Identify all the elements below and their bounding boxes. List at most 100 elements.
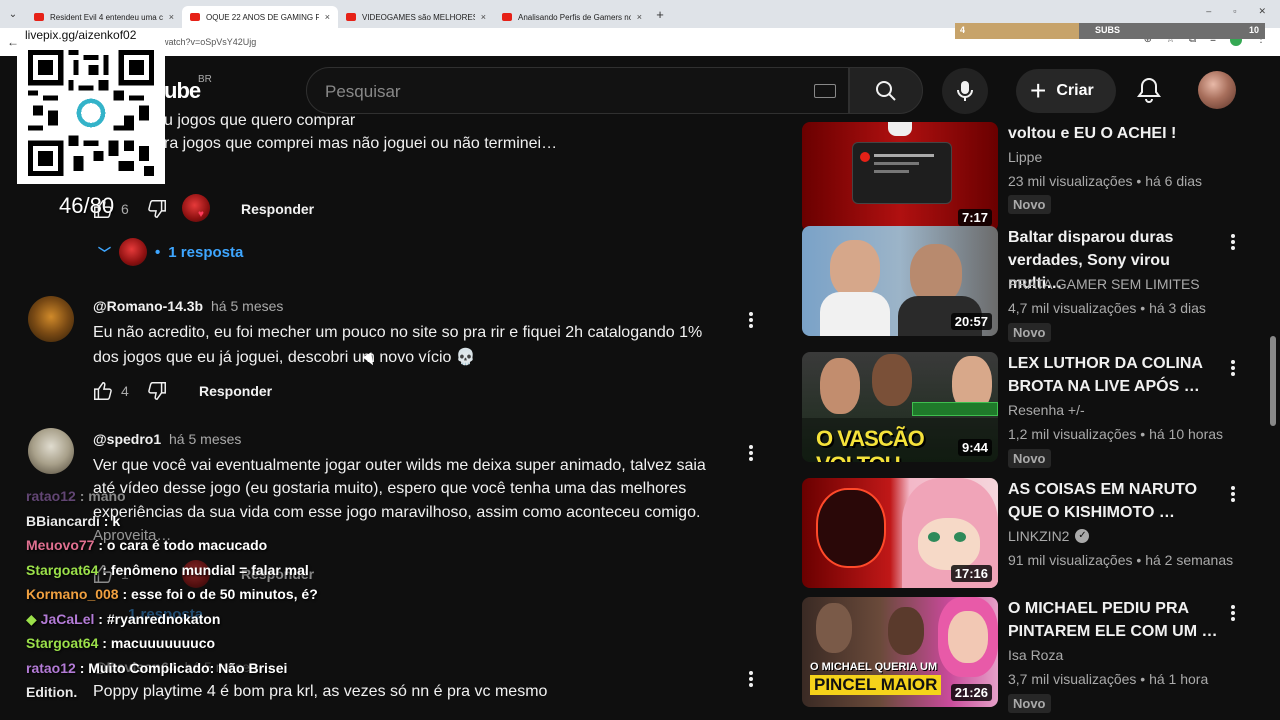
tab-close-icon[interactable]: ×	[481, 12, 486, 22]
chat-message: Stargoat64 : fenômeno mundial = falar ma…	[26, 561, 309, 578]
video-thumbnail[interactable]: O MICHAEL QUERIA UM PINCEL MAIOR 21:26	[802, 597, 998, 707]
video-channel[interactable]: Resenha +/-	[1008, 402, 1085, 418]
video-meta: 3,7 mil visualizações • há 1 hora	[1008, 671, 1209, 687]
video-card[interactable]: O VASCÃO VOLTOU 9:44 LEX LUTHOR DA COLIN…	[802, 352, 1262, 468]
browser-tab[interactable]: Resident Evil 4 entendeu uma c ×	[26, 6, 182, 28]
chat-user: Stargoat64	[26, 561, 99, 578]
reply-dot: •	[155, 243, 161, 261]
video-card[interactable]: 17:16 AS COISAS EM NARUTO QUE O KISHIMOT…	[802, 478, 1262, 590]
video-channel[interactable]: LINKZIN2 ✓	[1008, 528, 1090, 544]
video-channel[interactable]: Isa Roza	[1008, 647, 1063, 663]
chat-text: o cara é todo macucado	[106, 537, 268, 553]
create-button[interactable]: + Criar	[1016, 69, 1116, 113]
video-card[interactable]: 20:57 Baltar disparou duras verdades, So…	[802, 226, 1262, 342]
comment-time: há 5 meses	[169, 431, 242, 447]
comment-author[interactable]: @spedro1 há 5 meses	[93, 431, 241, 447]
voice-search-button[interactable]	[942, 68, 988, 114]
keyboard-icon[interactable]	[814, 84, 836, 98]
video-channel[interactable]: PRATA GAMER SEM LIMITES	[1008, 276, 1200, 292]
video-card[interactable]: 7:17 voltou e EU O ACHEI ! Lippe 23 mil …	[802, 122, 1262, 234]
like-icon[interactable]	[92, 380, 114, 402]
tab-close-icon[interactable]: ×	[325, 12, 330, 22]
microphone-icon	[957, 81, 973, 101]
page-scrollbar[interactable]	[1270, 336, 1276, 426]
tab-close-icon[interactable]: ×	[169, 12, 174, 22]
youtube-logo[interactable]: ube	[164, 78, 201, 104]
like-count: 6	[121, 201, 129, 217]
youtube-favicon-icon	[34, 13, 44, 21]
comment-menu-icon[interactable]	[749, 669, 753, 689]
author-handle[interactable]: @spedro1	[93, 431, 161, 447]
video-menu-icon[interactable]	[1231, 232, 1235, 252]
new-tab-button[interactable]: +	[650, 7, 670, 22]
tab-title: Resident Evil 4 entendeu uma c	[50, 12, 163, 22]
chat-message: Meuovo77 : o cara é todo macucado	[26, 537, 268, 553]
chat-text: fenômeno mundial = falar mal	[110, 561, 309, 578]
video-card[interactable]: O MICHAEL QUERIA UM PINCEL MAIOR 21:26 O…	[802, 597, 1262, 713]
video-thumbnail[interactable]: O VASCÃO VOLTOU 9:44	[802, 352, 998, 462]
url-text[interactable]: watch?v=oSpVsY42Ujg	[162, 37, 256, 47]
replies-count: 1 resposta	[168, 243, 244, 261]
stream-chat-overlay: ratao12 : mano BBiancardi : k Meuovo77 :…	[26, 484, 356, 705]
video-thumbnail[interactable]: 7:17	[802, 122, 998, 232]
browser-tab-active[interactable]: OQUE 22 ANOS DE GAMING FA ×	[182, 6, 338, 28]
reply-button[interactable]: Responder	[241, 201, 314, 217]
comment-menu-icon[interactable]	[749, 443, 753, 463]
subs-current: 4	[960, 25, 966, 35]
view-count: 1,2 mil visualizações	[1008, 426, 1137, 442]
video-duration: 20:57	[950, 313, 992, 330]
tab-title: OQUE 22 ANOS DE GAMING FA	[206, 12, 319, 22]
view-count: 91 mil visualizações	[1008, 552, 1133, 568]
close-window-icon[interactable]: ✕	[1258, 6, 1266, 17]
youtube-favicon-icon	[346, 13, 356, 21]
chat-message: BBiancardi : k	[26, 512, 121, 529]
video-title[interactable]: AS COISAS EM NARUTO QUE O KISHIMOTO …	[1008, 478, 1220, 524]
video-title[interactable]: voltou e EU O ACHEI !	[1008, 122, 1220, 145]
dislike-icon[interactable]	[146, 380, 168, 402]
video-channel[interactable]: Lippe	[1008, 149, 1042, 165]
search-button[interactable]	[849, 67, 923, 114]
comment-avatar[interactable]	[28, 296, 74, 342]
minimize-icon[interactable]: –	[1206, 6, 1211, 17]
video-duration: 17:16	[950, 565, 992, 582]
reply-button[interactable]: Responder	[199, 383, 272, 399]
view-replies-button[interactable]: ﹀ • 1 resposta	[98, 238, 243, 266]
video-menu-icon[interactable]	[1231, 358, 1235, 378]
like-icon[interactable]	[92, 198, 114, 220]
video-menu-icon[interactable]	[1231, 603, 1235, 623]
diamond-badge-icon: ◆	[26, 610, 37, 627]
video-menu-icon[interactable]	[1231, 484, 1235, 504]
video-title[interactable]: O MICHAEL PEDIU PRA PINTAREM ELE COM UM …	[1008, 597, 1220, 643]
channel-name[interactable]: Isa Roza	[1008, 647, 1063, 663]
browser-tab[interactable]: VIDEOGAMES são MELHORES ×	[338, 6, 494, 28]
video-thumbnail[interactable]: 20:57	[802, 226, 998, 336]
comment-avatar[interactable]	[28, 428, 74, 474]
search-input[interactable]: Pesquisar	[306, 67, 849, 114]
tab-search-icon[interactable]: ⌄	[0, 0, 26, 28]
comment-menu-icon[interactable]	[749, 310, 753, 330]
view-count: 4,7 mil visualizações	[1008, 300, 1137, 316]
comment-author[interactable]: @Romano-14.3b há 5 meses	[93, 298, 283, 314]
channel-name[interactable]: Resenha +/-	[1008, 402, 1085, 418]
reply-avatar	[119, 238, 148, 266]
maximize-icon[interactable]: ▫	[1233, 6, 1236, 17]
video-thumbnail[interactable]: 17:16	[802, 478, 998, 588]
dislike-icon[interactable]	[146, 198, 168, 220]
author-handle[interactable]: @Romano-14.3b	[93, 298, 203, 314]
qr-label: livepix.gg/aizenkof02	[25, 28, 137, 42]
chat-user: ratao12	[26, 659, 76, 676]
channel-name[interactable]: Lippe	[1008, 149, 1042, 165]
chat-user: BBiancardi	[26, 512, 100, 529]
chevron-down-icon: ﹀	[98, 245, 112, 261]
browser-tab[interactable]: Analisando Perfis de Gamers no ×	[494, 6, 650, 28]
video-title[interactable]: LEX LUTHOR DA COLINA BROTA NA LIVE APÓS …	[1008, 352, 1220, 398]
tab-close-icon[interactable]: ×	[637, 12, 642, 22]
upload-age: há 10 horas	[1149, 426, 1224, 442]
chat-message: Edition.	[26, 680, 356, 705]
account-avatar[interactable]	[1198, 71, 1236, 109]
channel-name[interactable]: PRATA GAMER SEM LIMITES	[1008, 276, 1200, 292]
chat-message: ratao12 : mano	[26, 488, 126, 504]
tab-title: VIDEOGAMES são MELHORES	[362, 12, 475, 22]
notifications-bell-icon[interactable]	[1136, 76, 1162, 104]
channel-name[interactable]: LINKZIN2	[1008, 528, 1069, 544]
